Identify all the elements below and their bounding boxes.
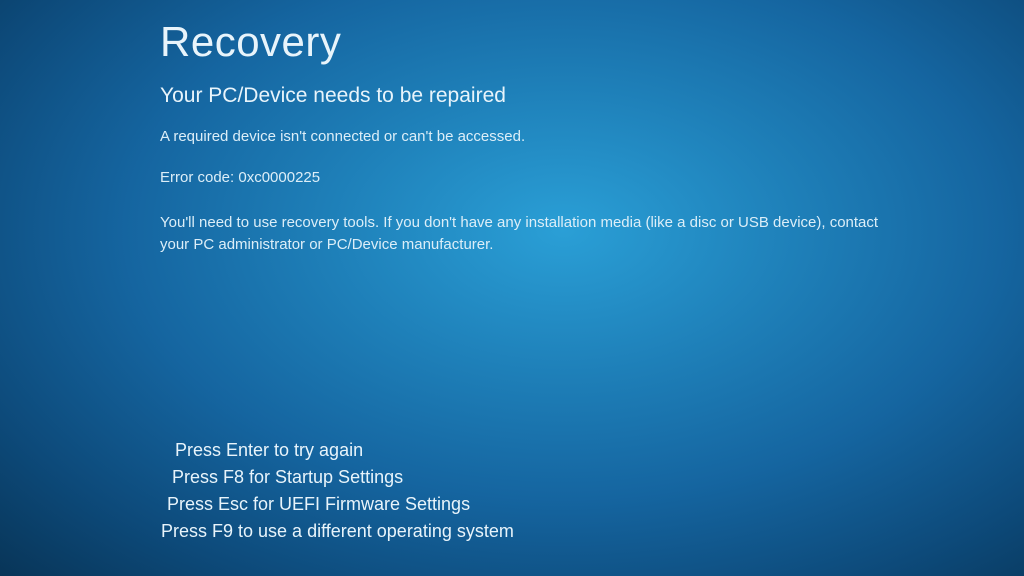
recovery-screen: Recovery Your PC/Device needs to be repa… (0, 0, 1024, 256)
action-f9-different-os: Press F9 to use a different operating sy… (161, 521, 514, 542)
error-code-line: Error code: 0xc0000225 (160, 169, 1024, 186)
page-title: Recovery (160, 18, 1024, 66)
error-message: A required device isn't connected or can… (160, 128, 860, 145)
key-actions: Press Enter to try again Press F8 for St… (175, 440, 528, 548)
error-code-label: Error code: (160, 169, 234, 186)
subtitle: Your PC/Device needs to be repaired (160, 84, 1024, 108)
error-code-value: 0xc0000225 (238, 169, 320, 186)
action-esc-uefi-firmware: Press Esc for UEFI Firmware Settings (167, 494, 520, 515)
action-f8-startup-settings: Press F8 for Startup Settings (172, 467, 525, 488)
action-enter-retry: Press Enter to try again (175, 440, 528, 461)
recovery-instructions: You'll need to use recovery tools. If yo… (160, 212, 880, 256)
